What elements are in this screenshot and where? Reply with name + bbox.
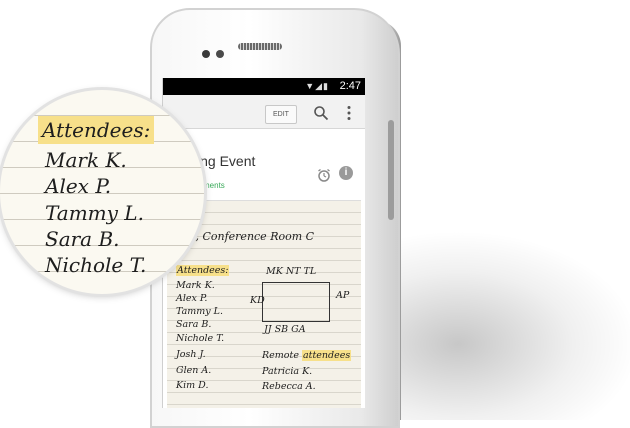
note-title: ing Event	[197, 153, 256, 169]
name-line: Tammy L.	[176, 306, 223, 317]
name-line: Nichole T.	[176, 333, 225, 344]
attendees-label: Attendees:	[176, 265, 230, 276]
remote-line: Remote attendees	[262, 350, 352, 361]
magnified-label-wrap: Attendees:	[38, 116, 155, 144]
edit-button[interactable]: EDIT	[265, 105, 297, 124]
magnified-name: Nichole T.	[45, 253, 147, 277]
magnified-attendees-label: Attendees:	[38, 116, 155, 144]
room-seats-bottom: JJ SB GA	[264, 324, 306, 335]
status-time: 2:47	[339, 80, 361, 92]
floor-shadow	[380, 230, 630, 420]
room-seat-right: AP	[336, 290, 350, 301]
remote-highlight: attendees	[301, 350, 352, 361]
name-line: Alex P.	[176, 293, 208, 304]
remote-label: Remote	[262, 350, 299, 361]
room-diagram-table	[262, 282, 330, 322]
room-seats-top: MK NT TL	[266, 266, 317, 277]
name-line: Josh J.	[176, 349, 206, 360]
magnified-name: Tammy L.	[45, 201, 144, 225]
name-line: Glen A.	[176, 365, 212, 376]
search-icon[interactable]	[313, 105, 329, 121]
name-line: Mark K.	[176, 280, 215, 291]
room-seat-left: KD	[250, 295, 265, 306]
magnified-name: Sara B.	[45, 227, 120, 251]
reminder-icon[interactable]	[317, 168, 331, 182]
overflow-menu-icon[interactable]	[347, 105, 351, 121]
front-camera-icon	[202, 50, 210, 58]
attendees-label-wrap: Attendees:	[176, 265, 230, 276]
sensor-icon	[216, 50, 224, 58]
signal-icon: ▼◢▮	[305, 81, 329, 91]
remote-name: Patricia K.	[262, 366, 313, 377]
magnified-name: Alex P.	[45, 174, 112, 198]
magnifier-callout: Attendees: Mark K. Alex P. Tammy L. Sara…	[0, 90, 204, 294]
info-icon[interactable]: i	[339, 166, 353, 180]
earpiece-speaker	[238, 43, 282, 50]
status-bar: ▼◢▮ 2:47	[163, 78, 365, 95]
note-header-text: pm, Conference Room C	[178, 230, 315, 243]
name-line: Sara B.	[176, 319, 212, 330]
remote-name: Rebecca A.	[262, 381, 316, 392]
volume-button[interactable]	[388, 120, 394, 220]
note-subtitle[interactable]: ments	[203, 181, 225, 190]
name-line: Kim D.	[176, 380, 209, 391]
magnified-name: Mark K.	[45, 148, 127, 172]
note-toolbar: EDIT	[163, 95, 365, 129]
